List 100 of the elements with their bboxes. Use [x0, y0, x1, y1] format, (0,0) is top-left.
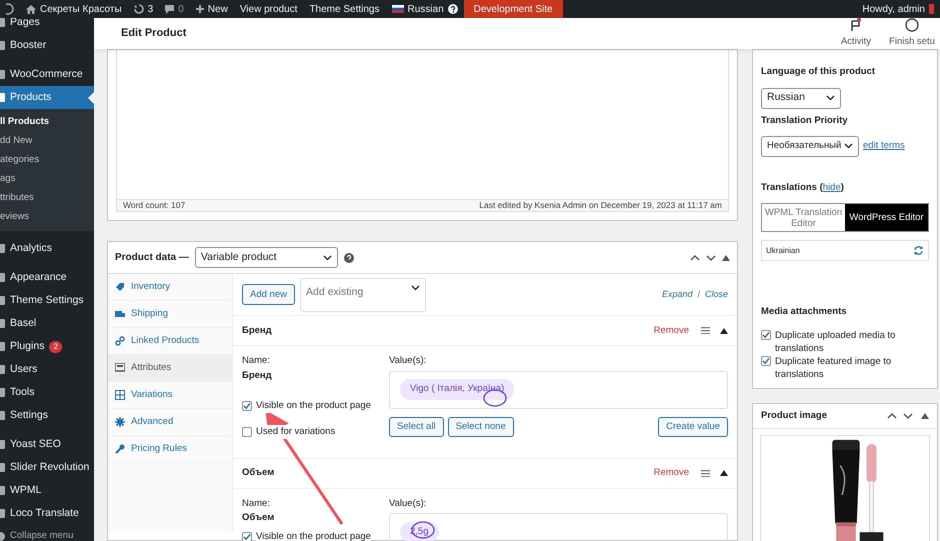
- menu-item[interactable]: Users: [0, 358, 94, 381]
- section-label: Language of this product: [761, 65, 876, 80]
- menu-icon: [0, 342, 5, 351]
- menu-item[interactable]: Loco Translate: [0, 502, 94, 525]
- grid-icon: [115, 390, 125, 400]
- section-label: Translation Priority: [761, 114, 849, 128]
- attribute-name: Объем: [242, 466, 274, 480]
- update-count[interactable]: 3: [148, 2, 154, 16]
- submenu-item[interactable]: dd New: [0, 132, 94, 151]
- submenu-item[interactable]: ags: [0, 170, 94, 189]
- collapse-menu-button[interactable]: Collapse menu: [0, 525, 94, 541]
- menu-item[interactable]: Analytics: [0, 237, 94, 260]
- menu-icon: [0, 70, 5, 79]
- checkbox[interactable]: [242, 400, 252, 411]
- product-data-tab[interactable]: Inventory: [108, 274, 232, 302]
- checkbox[interactable]: [242, 426, 252, 437]
- submenu-item[interactable]: ategories: [0, 151, 94, 170]
- submenu-item[interactable]: ttributes: [0, 189, 94, 208]
- toolbar-link[interactable]: Theme Settings: [309, 2, 380, 16]
- box-title: Product image: [761, 409, 827, 424]
- menu-item[interactable]: WPML: [0, 479, 94, 502]
- add-new-button[interactable]: Add new: [242, 284, 295, 306]
- menu-icon: [0, 486, 5, 495]
- product-data-tab[interactable]: Advanced: [108, 409, 232, 436]
- user-greeting[interactable]: Howdy, admin: [862, 2, 925, 16]
- menu-icon: [0, 463, 5, 472]
- chevron-down-icon: [844, 143, 853, 150]
- hide-link[interactable]: hide: [822, 180, 841, 195]
- add-existing-select[interactable]: Add existing: [300, 278, 426, 312]
- tag-icon: [115, 282, 125, 292]
- product-data-tab[interactable]: Pricing Rules: [108, 436, 232, 464]
- language-switcher[interactable]: Russian: [408, 2, 444, 16]
- menu-item[interactable]: WooCommerce: [0, 63, 94, 86]
- site-name[interactable]: Секреты Красоты: [40, 2, 122, 16]
- name-label: Name:: [242, 496, 271, 511]
- product-type-select[interactable]: Variable product: [194, 247, 338, 268]
- drag-handle-icon: [701, 327, 710, 334]
- submenu-item[interactable]: eviews: [0, 208, 94, 227]
- truck-icon: [115, 309, 125, 320]
- menu-icon: [0, 365, 5, 374]
- chevron-up-icon: [690, 254, 700, 261]
- editor-mode-tab[interactable]: WordPress Editor: [845, 204, 928, 231]
- language-select[interactable]: Russian: [761, 88, 841, 108]
- section-label: Media attachments: [761, 305, 848, 319]
- select-button[interactable]: Select all: [389, 416, 444, 436]
- chevron-up-icon: [887, 413, 897, 420]
- update-badge: 2: [49, 340, 62, 352]
- new-link[interactable]: New: [208, 2, 228, 16]
- menu-item[interactable]: Plugins 2: [0, 335, 94, 358]
- checkbox[interactable]: [761, 356, 771, 366]
- triangle-up-icon: [921, 413, 929, 420]
- menu-item[interactable]: Settings: [0, 404, 94, 427]
- menu-item[interactable]: Basel: [0, 312, 94, 335]
- expand-link[interactable]: Expand: [662, 288, 692, 302]
- menu-icon: [0, 440, 5, 449]
- header-action[interactable]: Activity: [828, 18, 884, 50]
- header-action[interactable]: Finish setu: [884, 18, 940, 50]
- edit-terms-link[interactable]: edit terms: [863, 139, 905, 154]
- menu-item[interactable]: Yoast SEO: [0, 433, 94, 456]
- checkbox[interactable]: [761, 330, 771, 340]
- product-data-label: Product data —: [115, 251, 189, 266]
- checkbox[interactable]: [242, 532, 252, 541]
- menu-icon: [0, 296, 5, 305]
- menu-icon: [0, 509, 5, 518]
- toolbar-link[interactable]: View product: [240, 2, 298, 16]
- product-data-tab[interactable]: Attributes: [108, 355, 232, 382]
- menu-icon: [0, 411, 5, 420]
- remove-link[interactable]: Remove: [654, 466, 689, 480]
- language-name: Ukrainian: [766, 244, 800, 256]
- menu-item[interactable]: Tools: [0, 381, 94, 404]
- updates-icon: [134, 4, 144, 14]
- word-count: Word count: 107: [123, 199, 186, 212]
- select-button[interactable]: Select none: [448, 416, 514, 436]
- chevron-down-icon: [706, 254, 716, 261]
- remove-link[interactable]: Remove: [654, 324, 689, 338]
- product-data-tab[interactable]: Shipping: [108, 301, 232, 328]
- submenu-item[interactable]: ll Products: [0, 113, 94, 132]
- comment-count[interactable]: 0: [178, 2, 184, 16]
- help-icon: [344, 252, 354, 263]
- flag-icon: [392, 5, 404, 13]
- close-link[interactable]: Close: [704, 288, 728, 302]
- menu-icon: [0, 388, 5, 397]
- link-icon: [115, 336, 125, 346]
- help-icon: [448, 4, 458, 14]
- last-edited-text: Last edited by Ksenia Admin on December 19, 2023 at 11:17 am: [479, 199, 722, 212]
- menu-item[interactable]: Slider Revolution: [0, 456, 94, 479]
- attribute-name-value: Объем: [242, 511, 276, 525]
- priority-select[interactable]: Необязательный: [761, 136, 859, 157]
- triangle-up-icon: [720, 470, 728, 476]
- editor-mode-tab[interactable]: WPML Translation Editor: [762, 204, 845, 231]
- dev-site-label[interactable]: Development Site: [464, 0, 563, 18]
- menu-item[interactable]: Booster: [0, 34, 94, 57]
- product-data-tab[interactable]: Variations: [108, 382, 232, 410]
- menu-item[interactable]: Theme Settings: [0, 289, 94, 312]
- create-value-button[interactable]: Create value: [658, 416, 728, 436]
- menu-item[interactable]: Products: [0, 86, 94, 109]
- triangle-up-icon: [720, 328, 728, 334]
- menu-item[interactable]: Appearance: [0, 266, 94, 289]
- drag-handle-icon: [701, 470, 710, 477]
- home-icon: [26, 4, 36, 14]
